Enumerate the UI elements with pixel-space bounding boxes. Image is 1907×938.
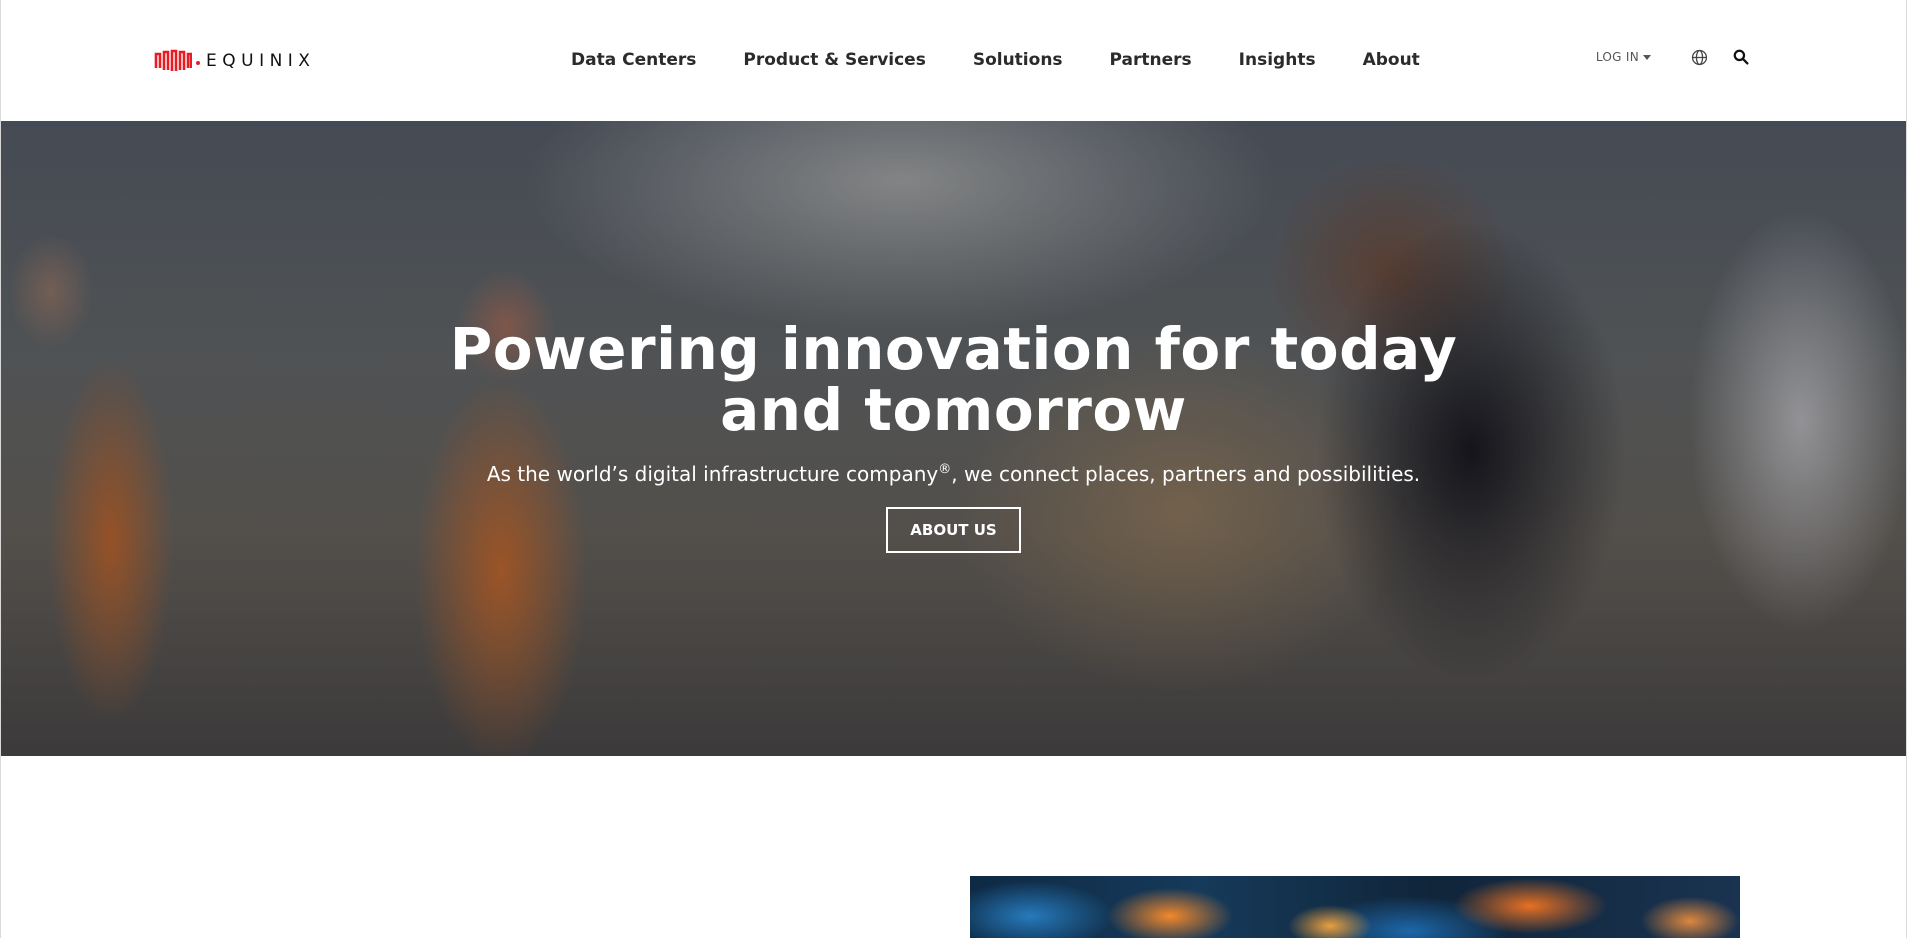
hero-subtitle-end: , we connect places, partners and possib… bbox=[951, 462, 1421, 486]
equinix-logo-mark-icon bbox=[154, 49, 192, 71]
hero-title-line-2: and tomorrow bbox=[720, 376, 1187, 444]
nav-item-solutions[interactable]: Solutions bbox=[973, 49, 1063, 71]
hero-subtitle-start: As the world’s digital infrastructure co… bbox=[486, 462, 939, 486]
registered-mark: ® bbox=[938, 462, 952, 477]
main-nav: Data Centers Product & Services Solution… bbox=[571, 49, 1420, 71]
nav-item-partners[interactable]: Partners bbox=[1110, 49, 1192, 71]
nav-item-data-centers[interactable]: Data Centers bbox=[571, 49, 696, 71]
city-night-aerial-image bbox=[970, 876, 1740, 938]
logo-wordmark: EQUINIX bbox=[206, 50, 316, 71]
hero-subtitle: As the world’s digital infrastructure co… bbox=[1, 461, 1906, 487]
globe-icon[interactable] bbox=[1689, 47, 1709, 67]
page: EQUINIX Data Centers Product & Services … bbox=[0, 0, 1907, 938]
site-header: EQUINIX Data Centers Product & Services … bbox=[1, 0, 1906, 121]
about-us-button[interactable]: ABOUT US bbox=[886, 507, 1021, 553]
globe-icon-glyph bbox=[1691, 49, 1707, 65]
nav-item-insights[interactable]: Insights bbox=[1239, 49, 1316, 71]
hero-title-line-1: Powering innovation for today bbox=[449, 315, 1458, 383]
hero-banner: Powering innovation for today and tomorr… bbox=[1, 121, 1906, 756]
login-dropdown[interactable]: LOG IN bbox=[1596, 50, 1651, 64]
search-icon-glyph bbox=[1733, 49, 1749, 65]
search-icon[interactable] bbox=[1731, 47, 1751, 67]
nav-item-about[interactable]: About bbox=[1363, 49, 1420, 71]
header-utilities: LOG IN bbox=[1596, 47, 1751, 67]
nav-item-product-services[interactable]: Product & Services bbox=[743, 49, 925, 71]
login-label: LOG IN bbox=[1595, 50, 1639, 64]
caret-down-icon bbox=[1643, 54, 1651, 60]
equinix-logo[interactable]: EQUINIX bbox=[154, 48, 315, 74]
hero-content: Powering innovation for today and tomorr… bbox=[1, 319, 1906, 553]
logo-dot bbox=[196, 61, 200, 65]
hero-title: Powering innovation for today and tomorr… bbox=[404, 319, 1504, 441]
